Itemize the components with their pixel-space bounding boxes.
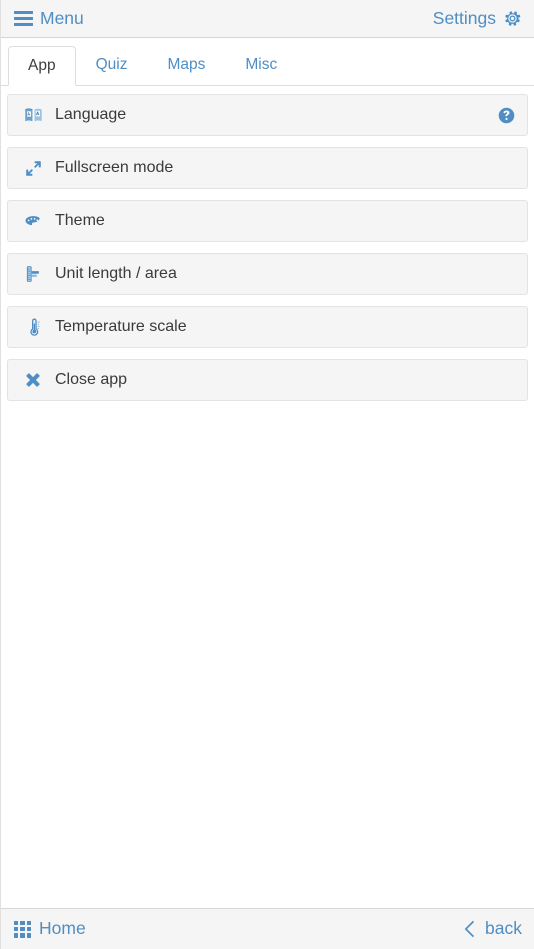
settings-row-label: Language (55, 106, 127, 123)
grid-icon (14, 920, 31, 938)
settings-list: Language Fullscreen mode Theme Unit leng… (1, 94, 534, 412)
settings-row-theme[interactable]: Theme (7, 200, 528, 242)
settings-row-fullscreen-mode[interactable]: Fullscreen mode (7, 147, 528, 189)
palette-icon (22, 210, 44, 232)
home-button[interactable]: Home (14, 920, 86, 938)
hamburger-icon (14, 11, 33, 26)
settings-row-unit-length-area[interactable]: Unit length / area (7, 253, 528, 295)
home-button-label: Home (39, 918, 86, 939)
settings-row-close-app[interactable]: Close app (7, 359, 528, 401)
ruler-icon (22, 263, 44, 285)
settings-row-label: Temperature scale (55, 318, 187, 335)
settings-row-label: Fullscreen mode (55, 159, 174, 176)
settings-row-label: Theme (55, 212, 105, 229)
tab-quiz[interactable]: Quiz (76, 45, 148, 86)
settings-row-temperature-scale[interactable]: Temperature scale (7, 306, 528, 348)
settings-button-label: Settings (432, 7, 496, 28)
thermometer-icon (22, 316, 44, 338)
tab-maps[interactable]: Maps (147, 45, 225, 86)
menu-button-label: Menu (40, 7, 84, 28)
settings-row-label: Unit length / area (55, 265, 177, 282)
settings-row-label: Close app (55, 371, 128, 388)
footer-bar: Home back (1, 908, 534, 949)
language-icon (22, 104, 44, 126)
expand-icon (22, 157, 44, 179)
gear-icon (505, 11, 521, 26)
menu-button[interactable]: Menu (14, 7, 84, 28)
header-bar: Menu Settings (1, 0, 534, 38)
settings-button[interactable]: Settings (433, 9, 522, 28)
tab-misc[interactable]: Misc (225, 45, 297, 86)
settings-row-language[interactable]: Language (7, 94, 528, 136)
close-x-icon (22, 369, 44, 391)
tab-bar: App Quiz Maps Misc (1, 39, 534, 86)
help-icon[interactable] (498, 107, 515, 124)
chevron-left-icon (464, 920, 475, 938)
back-button[interactable]: back (463, 920, 522, 938)
back-button-label: back (485, 918, 522, 939)
tab-app[interactable]: App (8, 45, 76, 86)
